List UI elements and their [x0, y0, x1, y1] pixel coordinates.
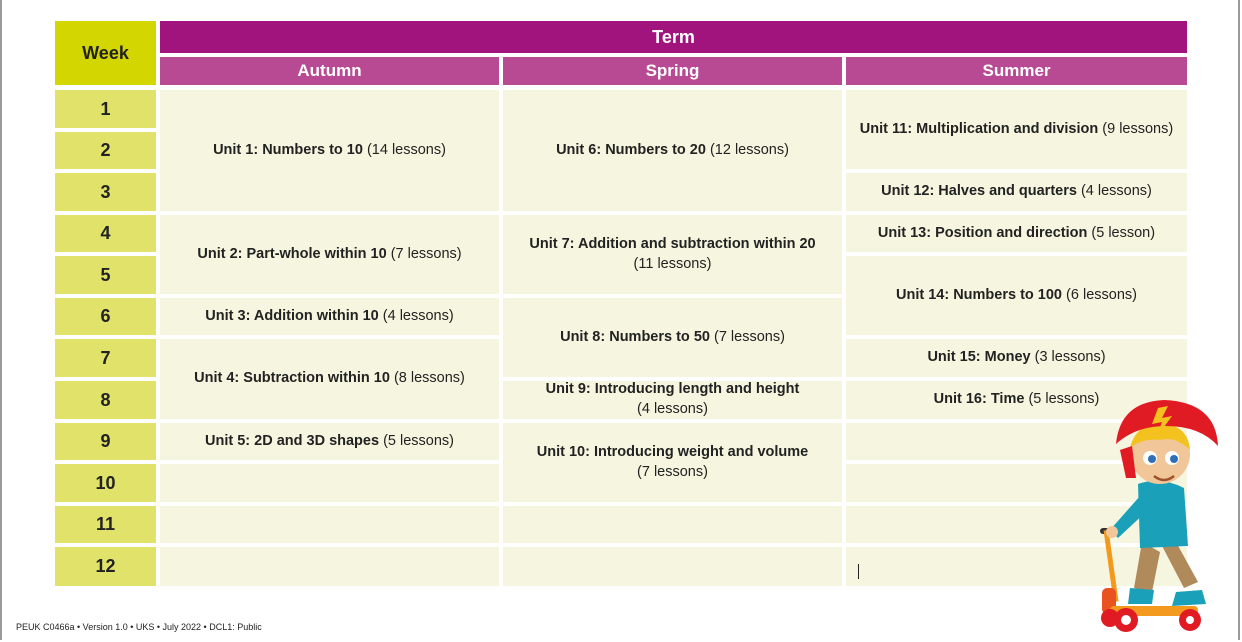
unit-title: Unit 16: Time	[933, 391, 1025, 408]
spring-unit-6: Unit 6: Numbers to 20 (12 lessons)	[503, 90, 842, 211]
unit-lessons: (3 lessons)	[1034, 349, 1106, 366]
week-header: Week	[55, 21, 156, 85]
unit-title: Unit 3: Addition within 10	[205, 307, 379, 324]
unit-lessons: (5 lessons)	[383, 432, 454, 449]
autumn-unit-4: Unit 4: Subtraction within 10 (8 lessons…	[160, 339, 499, 419]
summer-unit-14: Unit 14: Numbers to 100 (6 lessons)	[846, 256, 1187, 335]
week-number: 2	[55, 132, 156, 169]
unit-title: Unit 12: Halves and quarters	[881, 183, 1077, 200]
document-footer: PEUK C0466a • Version 1.0 • UKS • July 2…	[16, 622, 262, 632]
unit-title: Unit 2: Part-whole within 10	[197, 245, 387, 262]
week-number: 11	[55, 506, 156, 543]
week-number: 5	[55, 256, 156, 294]
unit-title: Unit 7: Addition and subtraction within …	[529, 235, 816, 252]
term-header: Term	[160, 21, 1187, 53]
summer-unit-13: Unit 13: Position and direction (5 lesso…	[846, 215, 1187, 252]
week-number: 12	[55, 547, 156, 586]
spring-unit-9: Unit 9: Introducing length and height (4…	[503, 381, 842, 419]
summer-unit-11: Unit 11: Multiplication and division (9 …	[846, 90, 1187, 169]
autumn-unit-2: Unit 2: Part-whole within 10 (7 lessons)	[160, 215, 499, 294]
autumn-unit-1: Unit 1: Numbers to 10 (14 lessons)	[160, 90, 499, 211]
summer-header: Summer	[846, 57, 1187, 85]
spring-header: Spring	[503, 57, 842, 85]
unit-lessons: (6 lessons)	[1066, 286, 1137, 303]
unit-title: Unit 1: Numbers to 10	[213, 141, 363, 158]
empty-cell	[160, 547, 499, 586]
unit-lessons: (14 lessons)	[366, 141, 446, 158]
week-number: 3	[55, 173, 156, 211]
empty-cell	[503, 506, 842, 543]
unit-title: Unit 9: Introducing length and height	[545, 381, 800, 398]
unit-lessons: (9 lessons)	[1102, 120, 1174, 137]
week-number: 8	[55, 381, 156, 419]
text-cursor	[858, 564, 859, 579]
boy-on-scooter-illustration	[1100, 400, 1218, 632]
unit-title: Unit 6: Numbers to 20	[556, 141, 706, 158]
week-number: 9	[55, 423, 156, 460]
spring-unit-8: Unit 8: Numbers to 50 (7 lessons)	[503, 298, 842, 377]
unit-title: Unit 11: Multiplication and division	[859, 120, 1099, 137]
unit-lessons: (4 lessons)	[1080, 183, 1152, 200]
unit-lessons: (5 lesson)	[1091, 224, 1156, 241]
summer-unit-15: Unit 15: Money (3 lessons)	[846, 339, 1187, 377]
unit-title: Unit 5: 2D and 3D shapes	[205, 432, 380, 449]
week-number: 4	[55, 215, 156, 252]
unit-lessons: (4 lessons)	[382, 307, 454, 324]
empty-cell	[160, 506, 499, 543]
autumn-unit-5: Unit 5: 2D and 3D shapes (5 lessons)	[160, 423, 499, 460]
unit-lessons: (4 lessons)	[637, 401, 708, 417]
unit-lessons: (7 lessons)	[713, 328, 785, 345]
autumn-unit-3: Unit 3: Addition within 10 (4 lessons)	[160, 298, 499, 335]
spring-unit-7: Unit 7: Addition and subtraction within …	[503, 215, 842, 294]
spring-unit-10: Unit 10: Introducing weight and volume (…	[503, 423, 842, 502]
unit-title: Unit 8: Numbers to 50	[560, 328, 710, 345]
unit-lessons: (11 lessons)	[633, 255, 712, 272]
week-number: 6	[55, 298, 156, 335]
unit-title: Unit 15: Money	[927, 349, 1031, 366]
unit-title: Unit 4: Subtraction within 10	[194, 370, 390, 387]
unit-title: Unit 13: Position and direction	[877, 224, 1088, 241]
autumn-header: Autumn	[160, 57, 499, 85]
unit-lessons: (12 lessons)	[709, 141, 789, 158]
week-number: 1	[55, 90, 156, 128]
empty-cell	[160, 464, 499, 502]
unit-lessons: (7 lessons)	[637, 463, 708, 480]
unit-lessons: (8 lessons)	[393, 370, 465, 387]
empty-cell	[503, 547, 842, 586]
unit-lessons: (7 lessons)	[390, 245, 462, 262]
unit-title: Unit 14: Numbers to 100	[896, 286, 1063, 303]
unit-title: Unit 10: Introducing weight and volume	[536, 443, 809, 460]
week-number: 10	[55, 464, 156, 502]
week-number: 7	[55, 339, 156, 377]
summer-unit-12: Unit 12: Halves and quarters (4 lessons)	[846, 173, 1187, 211]
